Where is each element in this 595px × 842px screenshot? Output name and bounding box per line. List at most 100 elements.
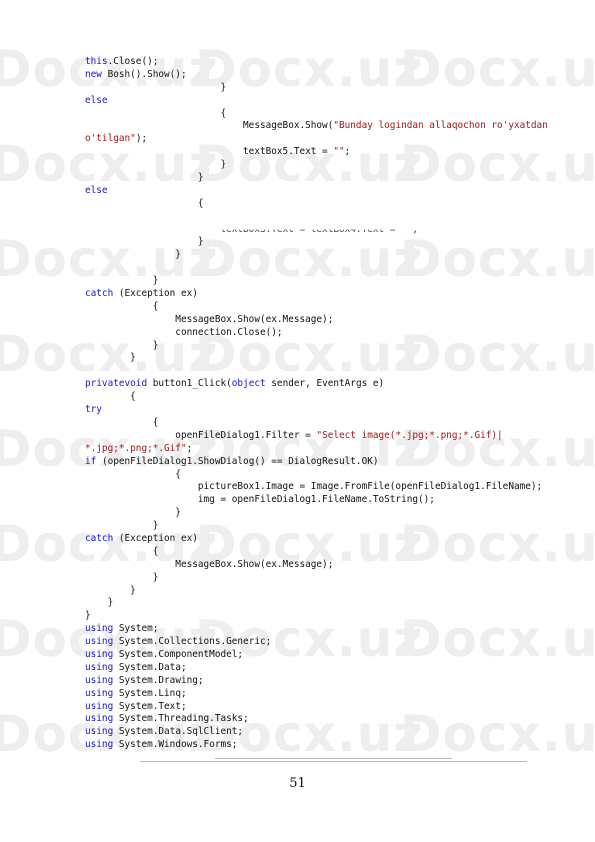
code-line: catch (Exception ex) <box>85 288 548 301</box>
code-line: new Bosh().Show(); <box>85 69 548 82</box>
code-text: } <box>85 81 227 93</box>
code-line: using System.Linq; <box>85 688 548 701</box>
code-text: (openFileDialog1.ShowDialog() == DialogR… <box>96 455 379 467</box>
code-keyword: using <box>85 623 114 635</box>
code-text: { <box>85 391 136 403</box>
code-line: img = openFileDialog1.FileName.ToString(… <box>85 494 548 507</box>
code-line: else <box>85 95 548 108</box>
code-line: try <box>85 404 548 417</box>
code-text: } <box>85 507 181 519</box>
code-keyword: else <box>85 184 108 196</box>
code-line: } <box>85 352 548 365</box>
code-line: pictureBox1.Image = Image.FromFile(openF… <box>85 481 548 494</box>
code-text: ; <box>186 442 193 454</box>
footer-rule-long <box>140 761 527 762</box>
code-text: textBox5.Text = <box>85 146 334 158</box>
code-text: { <box>85 545 159 557</box>
code-string: "Bunday logindan allaqochon ro'yxatdan <box>333 120 548 132</box>
code-keyword: catch <box>85 532 114 544</box>
code-text: (Exception ex) <box>113 532 198 544</box>
code-text: { <box>85 197 204 209</box>
code-text: System.Collections.Generic; <box>113 636 272 648</box>
code-text: MessageBox.Show(ex.Message); <box>85 558 334 570</box>
footer-rule-short <box>215 758 452 759</box>
code-line: using System.Data.SqlClient; <box>85 726 548 739</box>
code-keyword: object <box>231 378 266 390</box>
code-string: "Select image(*.jpg;*.png;*.Gif)| <box>316 429 503 441</box>
code-string: o'tilgan" <box>85 133 136 145</box>
code-line: } <box>85 585 548 598</box>
code-line: else <box>85 185 548 198</box>
code-text: } <box>85 584 136 596</box>
code-keyword: using <box>85 636 114 648</box>
code-line: using System.Text; <box>85 701 548 714</box>
code-listing: this.Close(); new Bosh().Show(); } else { … <box>85 56 548 752</box>
code-text: } <box>85 339 159 351</box>
code-text: textBox3.Text = textBox4.Text = ""; <box>85 223 419 235</box>
code-line: { <box>85 301 548 314</box>
code-line: this.Close(); <box>85 56 548 69</box>
code-line: using System; <box>85 623 548 636</box>
code-line: } <box>85 275 548 288</box>
page-number: 51 <box>289 776 306 791</box>
code-line: } <box>85 82 548 95</box>
code-text: System; <box>113 623 159 635</box>
code-keyword: using <box>85 713 114 725</box>
code-line: MessageBox.Show(ex.Message); <box>85 559 548 572</box>
code-line: *.jpg;*.png;*.Gif"; <box>85 443 548 456</box>
code-line: using System.Data; <box>85 662 548 675</box>
code-line: if (openFileDialog1.ShowDialog() == Dial… <box>85 456 548 469</box>
code-text: button1_Click( <box>147 378 232 390</box>
code-text: img = openFileDialog1.FileName.ToString(… <box>85 494 435 506</box>
code-line: } <box>85 249 548 262</box>
code-text: } <box>85 520 159 532</box>
code-text: { <box>85 416 159 428</box>
code-keyword: try <box>85 404 102 416</box>
code-keyword: catch <box>85 288 114 300</box>
code-text: } <box>85 610 91 622</box>
code-text: } <box>85 571 159 583</box>
code-keyword: using <box>85 726 114 738</box>
code-text: System.Threading.Tasks; <box>113 713 249 725</box>
code-line: textBox3.Text = textBox4.Text = ""; <box>85 224 548 237</box>
code-text: { <box>85 468 181 480</box>
code-keyword: using <box>85 739 114 751</box>
code-text: ); <box>135 133 148 145</box>
code-text: Bosh().Show(); <box>101 68 187 80</box>
code-text: } <box>85 172 204 184</box>
code-line: using System.Drawing; <box>85 675 548 688</box>
code-line: { <box>85 417 548 430</box>
code-text: System.Data.SqlClient; <box>113 726 244 738</box>
code-keyword: using <box>85 674 114 686</box>
code-line: { <box>85 546 548 559</box>
code-keyword: using <box>85 687 114 699</box>
code-line: using System.ComponentModel; <box>85 649 548 662</box>
code-line: } <box>85 507 548 520</box>
code-text: } <box>85 275 159 287</box>
code-line: connection.Close(); <box>85 327 548 340</box>
code-line: { <box>85 198 548 211</box>
code-line: { <box>85 391 548 404</box>
code-keyword: else <box>85 94 108 106</box>
code-line: using System.Windows.Forms; <box>85 739 548 752</box>
code-line: } <box>85 597 548 610</box>
code-keyword: using <box>85 648 114 660</box>
code-text: System.Linq; <box>113 687 187 699</box>
code-text: } <box>85 236 204 248</box>
code-line: o'tilgan"); <box>85 133 548 146</box>
code-line: textBox5.Text = ""; <box>85 146 548 159</box>
code-text: { <box>85 107 227 119</box>
code-text: System.Windows.Forms; <box>113 739 238 751</box>
code-text: pictureBox1.Image = Image.FromFile(openF… <box>85 481 543 493</box>
code-text: { <box>85 300 159 312</box>
code-keyword: using <box>85 661 114 673</box>
code-string: *.jpg;*.png;*.Gif" <box>85 442 187 454</box>
code-keyword: using <box>85 700 114 712</box>
code-string: "" <box>333 146 345 158</box>
code-keyword: this <box>85 56 108 67</box>
code-line: } <box>85 610 548 623</box>
code-text: } <box>85 249 181 261</box>
code-text: (Exception ex) <box>113 288 198 300</box>
